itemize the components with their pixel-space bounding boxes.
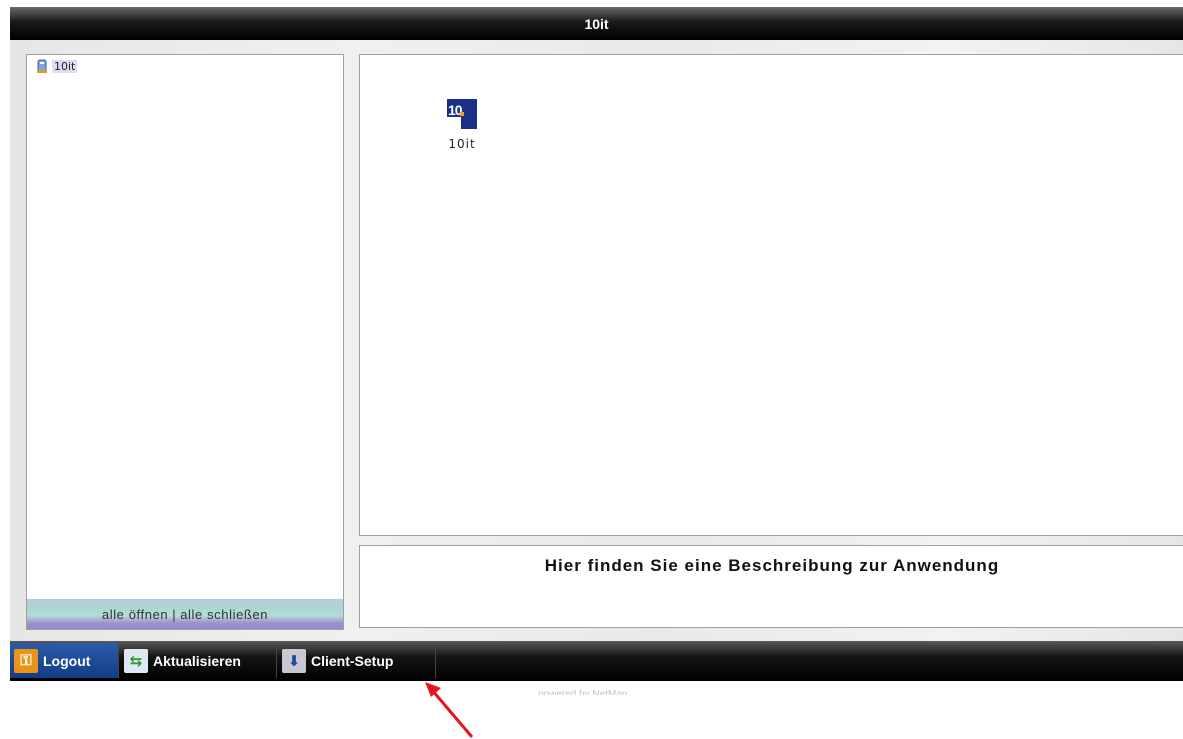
app-tile-10it[interactable]: 10 10it [420, 99, 504, 151]
logout-label: Logout [43, 652, 91, 669]
refresh-icon: ⇆ [124, 648, 148, 673]
description-text: Hier finden Sie eine Beschreibung zur An… [544, 556, 1000, 575]
client-setup-icon: ⬇ [282, 648, 306, 673]
key-icon: ⚿ [14, 648, 38, 673]
tree-footer-separator: | [172, 606, 177, 622]
10it-logo-icon: 10 [447, 99, 477, 129]
collapse-all-link[interactable]: alle schließen [180, 607, 268, 622]
description-panel: Hier finden Sie eine Beschreibung zur An… [359, 545, 1183, 628]
tree-item-root[interactable]: 10it [35, 59, 78, 74]
powered-by-text: powered by NetMan [538, 689, 628, 695]
client-setup-button[interactable]: ⬇ Client-Setup [278, 643, 436, 678]
client-setup-label: Client-Setup [311, 652, 394, 669]
tree-footer: alle öffnen | alle schließen [27, 599, 343, 629]
app-name: 10it [448, 137, 476, 151]
refresh-button[interactable]: ⇆ Aktualisieren [120, 643, 277, 678]
window-title-bar: 10it [10, 7, 1183, 40]
tree-panel: 10it alle öffnen | alle schließen [26, 54, 344, 630]
application-panel: 10 10it [359, 54, 1183, 536]
logout-button[interactable]: ⚿ Logout [10, 643, 119, 678]
refresh-label: Aktualisieren [153, 652, 241, 669]
tree-item-label: 10it [52, 60, 78, 73]
expand-all-link[interactable]: alle öffnen [102, 607, 168, 622]
window-title: 10it [584, 15, 609, 32]
taskbar: ⚿ Logout ⇆ Aktualisieren ⬇ Client-Setup [10, 641, 1183, 681]
server-icon [37, 59, 47, 73]
